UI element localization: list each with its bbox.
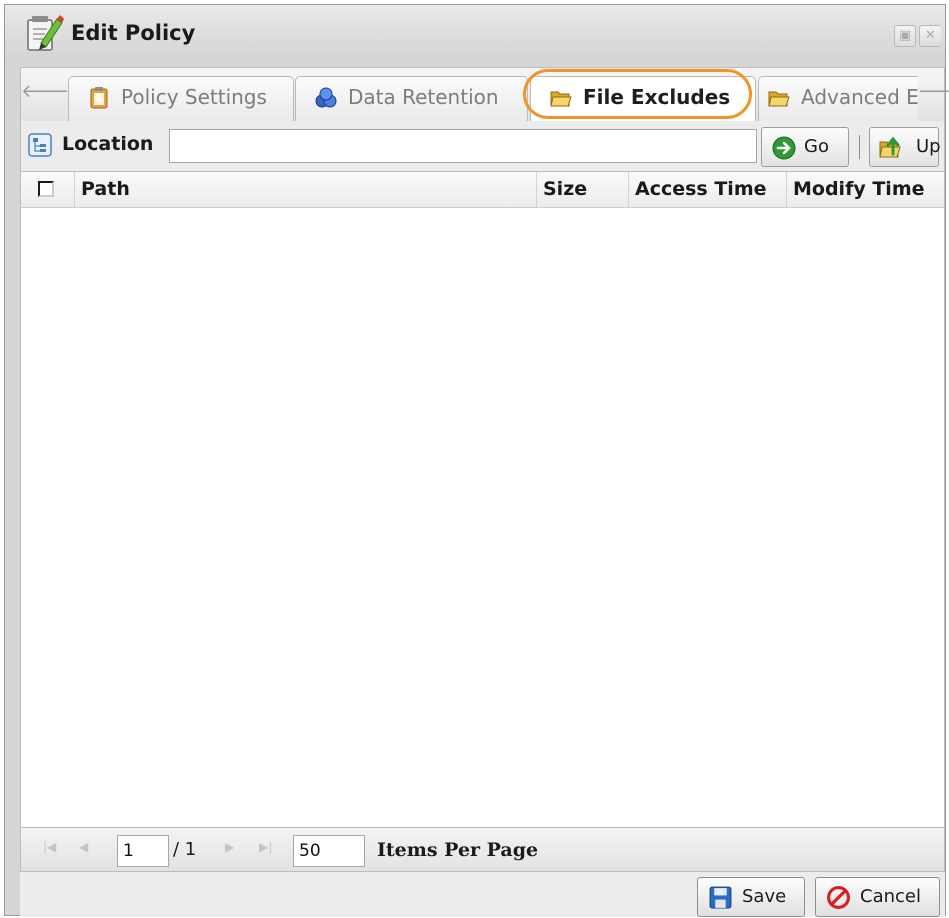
- items-per-page-input[interactable]: [293, 835, 365, 867]
- items-per-page-label: Items Per Page: [377, 839, 539, 861]
- select-all-checkbox[interactable]: [38, 181, 54, 197]
- excludes-grid: Path Size Access Time Modify Time: [20, 171, 945, 828]
- column-size[interactable]: Size: [537, 172, 629, 207]
- save-button[interactable]: Save: [697, 877, 805, 917]
- tab-file-excludes[interactable]: File Excludes: [530, 76, 756, 123]
- tab-advanced[interactable]: Advanced E: [758, 76, 918, 122]
- location-toolbar: Location Go Up: [20, 121, 945, 171]
- go-label: Go: [804, 136, 829, 157]
- location-label: Location: [62, 133, 154, 155]
- tab-strip: 🡐 Policy Settings Data Retention File Ex…: [20, 67, 949, 123]
- up-button[interactable]: Up: [869, 127, 941, 167]
- toolbar-separator: [859, 135, 860, 159]
- tab-scroll-right-icon[interactable]: 🡒: [918, 68, 949, 122]
- total-pages: / 1: [173, 839, 197, 860]
- save-disk-icon: [709, 886, 732, 909]
- tab-label: Advanced E: [801, 85, 918, 109]
- tab-label: Data Retention: [348, 85, 499, 109]
- location-input[interactable]: [169, 129, 757, 163]
- column-modify-time[interactable]: Modify Time: [787, 172, 944, 207]
- save-label: Save: [742, 886, 787, 907]
- column-access-time[interactable]: Access Time: [629, 172, 787, 207]
- tab-policy-settings[interactable]: Policy Settings: [68, 76, 294, 122]
- go-button[interactable]: Go: [761, 127, 849, 167]
- clipboard-icon: [90, 87, 108, 109]
- paging-toolbar: |◀ ◀ / 1 ▶ ▶| Items Per Page: [20, 828, 945, 872]
- edit-policy-window: Edit Policy ▣ ✕ 🡐 Policy Settings Data R…: [4, 4, 949, 917]
- last-page-icon[interactable]: ▶|: [259, 840, 272, 854]
- location-tree-icon: [28, 133, 52, 157]
- restore-icon[interactable]: ▣: [894, 25, 916, 47]
- previous-page-icon[interactable]: ◀: [79, 840, 88, 854]
- tab-label: File Excludes: [583, 85, 731, 109]
- go-arrow-icon: [772, 136, 796, 160]
- grid-header: Path Size Access Time Modify Time: [21, 172, 944, 208]
- tab-data-retention[interactable]: Data Retention: [295, 76, 528, 122]
- cancel-label: Cancel: [860, 886, 921, 907]
- folder-icon: [768, 91, 790, 107]
- select-all-column: [21, 172, 75, 207]
- column-path[interactable]: Path: [75, 172, 537, 207]
- page-number-input[interactable]: [117, 835, 169, 867]
- grid-body[interactable]: [21, 208, 944, 827]
- folder-up-icon: [879, 136, 901, 158]
- window-title: Edit Policy: [71, 21, 196, 45]
- folder-icon: [550, 91, 572, 107]
- first-page-icon[interactable]: |◀: [43, 840, 56, 854]
- cancel-icon: [827, 886, 850, 909]
- edit-document-icon: [27, 15, 64, 51]
- database-icon: [315, 87, 337, 108]
- dialog-footer: Save Cancel: [20, 872, 945, 917]
- tab-scroll-left-icon[interactable]: 🡐: [21, 68, 69, 122]
- tab-label: Policy Settings: [121, 85, 267, 109]
- cancel-button[interactable]: Cancel: [815, 877, 940, 917]
- up-label: Up: [916, 136, 941, 157]
- title-bar[interactable]: Edit Policy ▣ ✕: [5, 5, 945, 63]
- next-page-icon[interactable]: ▶: [225, 840, 234, 854]
- close-icon[interactable]: ✕: [919, 25, 941, 47]
